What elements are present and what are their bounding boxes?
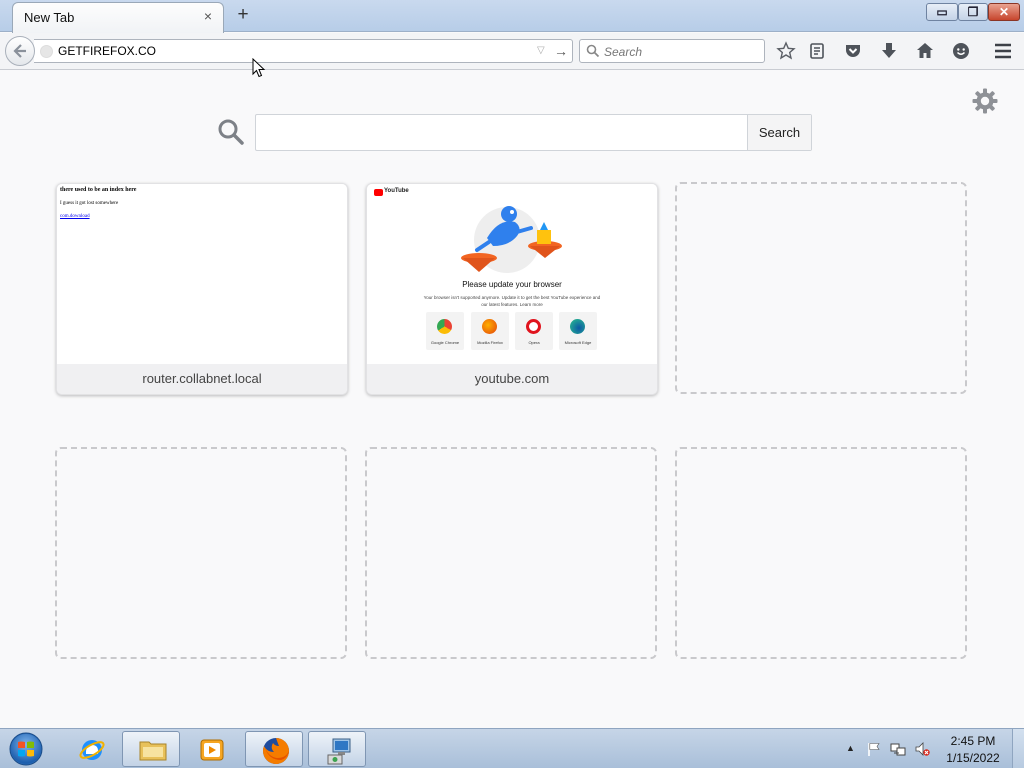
search-input[interactable]	[604, 43, 754, 60]
media-player-icon	[200, 739, 224, 761]
navigation-toolbar: ▽ →	[0, 33, 1024, 70]
top-site-tile[interactable]: YouTube Please update your browser Your …	[366, 183, 658, 395]
tile-thumbnail: YouTube Please update your browser Your …	[367, 184, 657, 364]
search-bar[interactable]	[579, 39, 765, 63]
thumbnail-text: I guess it got lost somewhere	[60, 201, 119, 206]
youtube-logo-text: YouTube	[384, 188, 409, 194]
history-dropdown-icon[interactable]: ▽	[537, 45, 549, 57]
thumbnail-text: there used to be an index here	[60, 187, 137, 193]
downloads-icon[interactable]	[878, 40, 900, 62]
web-search-input[interactable]	[262, 121, 742, 145]
folder-icon	[139, 741, 167, 761]
bookmark-star-icon[interactable]	[775, 40, 797, 62]
thumbnail-text: Your browser isn't supported anymore. Up…	[423, 295, 601, 307]
go-arrow-icon[interactable]: →	[554, 43, 568, 59]
start-button[interactable]	[6, 731, 46, 767]
update-browser-illustration-icon	[461, 206, 562, 273]
back-button[interactable]	[5, 36, 35, 66]
empty-tile-slot	[675, 182, 967, 394]
gear-icon[interactable]	[971, 87, 999, 115]
tile-label: router.collabnet.local	[57, 364, 347, 394]
edge-icon	[570, 319, 585, 334]
internet-explorer-icon	[79, 740, 105, 760]
browser-option: Mozilla Firefox	[471, 312, 509, 350]
browser-name: Microsoft Edge	[564, 340, 592, 345]
firefox-icon	[482, 319, 497, 334]
opera-icon	[526, 319, 541, 334]
empty-tile-slot	[55, 447, 347, 659]
taskbar-media-player[interactable]	[182, 731, 240, 767]
taskbar-network-setup[interactable]	[308, 731, 366, 767]
hello-chat-icon[interactable]	[950, 40, 972, 62]
search-icon	[586, 44, 600, 58]
pocket-icon[interactable]	[842, 40, 864, 62]
top-site-tile[interactable]: there used to be an index here I guess i…	[56, 183, 348, 395]
close-icon: ✕	[998, 5, 1010, 19]
clock-date[interactable]: 1/15/2022	[940, 751, 1006, 765]
tab-title: New Tab	[24, 10, 75, 25]
restore-icon: ❐	[967, 5, 979, 19]
taskbar-internet-explorer[interactable]	[62, 731, 120, 767]
maximize-button[interactable]: ❐	[958, 3, 988, 21]
network-icon[interactable]	[890, 741, 906, 757]
mouse-cursor-icon	[252, 58, 266, 78]
taskbar-windows-explorer[interactable]	[122, 731, 180, 767]
new-tab-button[interactable]: +	[234, 5, 252, 24]
close-window-button[interactable]: ✕	[988, 3, 1020, 21]
back-arrow-icon	[13, 44, 26, 58]
minimize-icon: ▭	[936, 5, 948, 19]
tile-thumbnail: there used to be an index here I guess i…	[57, 184, 347, 364]
browser-option: Microsoft Edge	[559, 312, 597, 350]
taskbar-firefox[interactable]	[245, 731, 303, 767]
empty-tile-slot	[675, 447, 967, 659]
empty-tile-slot	[365, 447, 657, 659]
browser-option: Google Chrome	[426, 312, 464, 350]
site-identity-icon[interactable]	[40, 45, 53, 58]
reading-list-icon[interactable]	[806, 40, 828, 62]
windows-orb-icon	[9, 732, 43, 766]
tab-new-tab[interactable]: New Tab ×	[12, 2, 224, 33]
thumbnail-link: com.download	[60, 214, 90, 219]
search-button[interactable]: Search	[747, 115, 811, 150]
clock-time[interactable]: 2:45 PM	[940, 734, 1006, 748]
url-input[interactable]	[58, 42, 528, 60]
home-icon[interactable]	[914, 40, 936, 62]
show-hidden-icons-icon[interactable]: ▲	[846, 743, 855, 753]
browser-name: Google Chrome	[430, 340, 460, 345]
hamburger-menu-icon[interactable]	[992, 40, 1014, 62]
browser-name: Mozilla Firefox	[477, 340, 503, 345]
browser-option: Opera	[515, 312, 553, 350]
url-bar[interactable]: ▽ →	[34, 39, 573, 63]
network-computer-icon	[327, 738, 351, 765]
search-icon	[218, 119, 244, 145]
youtube-logo: YouTube	[374, 188, 409, 197]
thumbnail-heading: Please update your browser	[462, 280, 562, 289]
minimize-button[interactable]: ▭	[926, 3, 958, 21]
taskbar: ▲ 2:45 PM 1/15/2022	[0, 728, 1024, 768]
action-center-flag-icon[interactable]	[866, 741, 882, 757]
youtube-play-icon	[374, 189, 383, 196]
web-search-box[interactable]: Search	[255, 114, 812, 151]
tab-strip: New Tab × + ▭ ❐ ✕	[0, 0, 1024, 33]
browser-name: Opera	[528, 340, 540, 345]
volume-muted-icon[interactable]	[914, 741, 930, 757]
firefox-icon	[263, 738, 289, 764]
close-tab-icon[interactable]: ×	[201, 9, 215, 23]
show-desktop-button[interactable]	[1012, 729, 1024, 768]
tile-label: youtube.com	[367, 364, 657, 394]
chrome-icon	[437, 319, 452, 334]
